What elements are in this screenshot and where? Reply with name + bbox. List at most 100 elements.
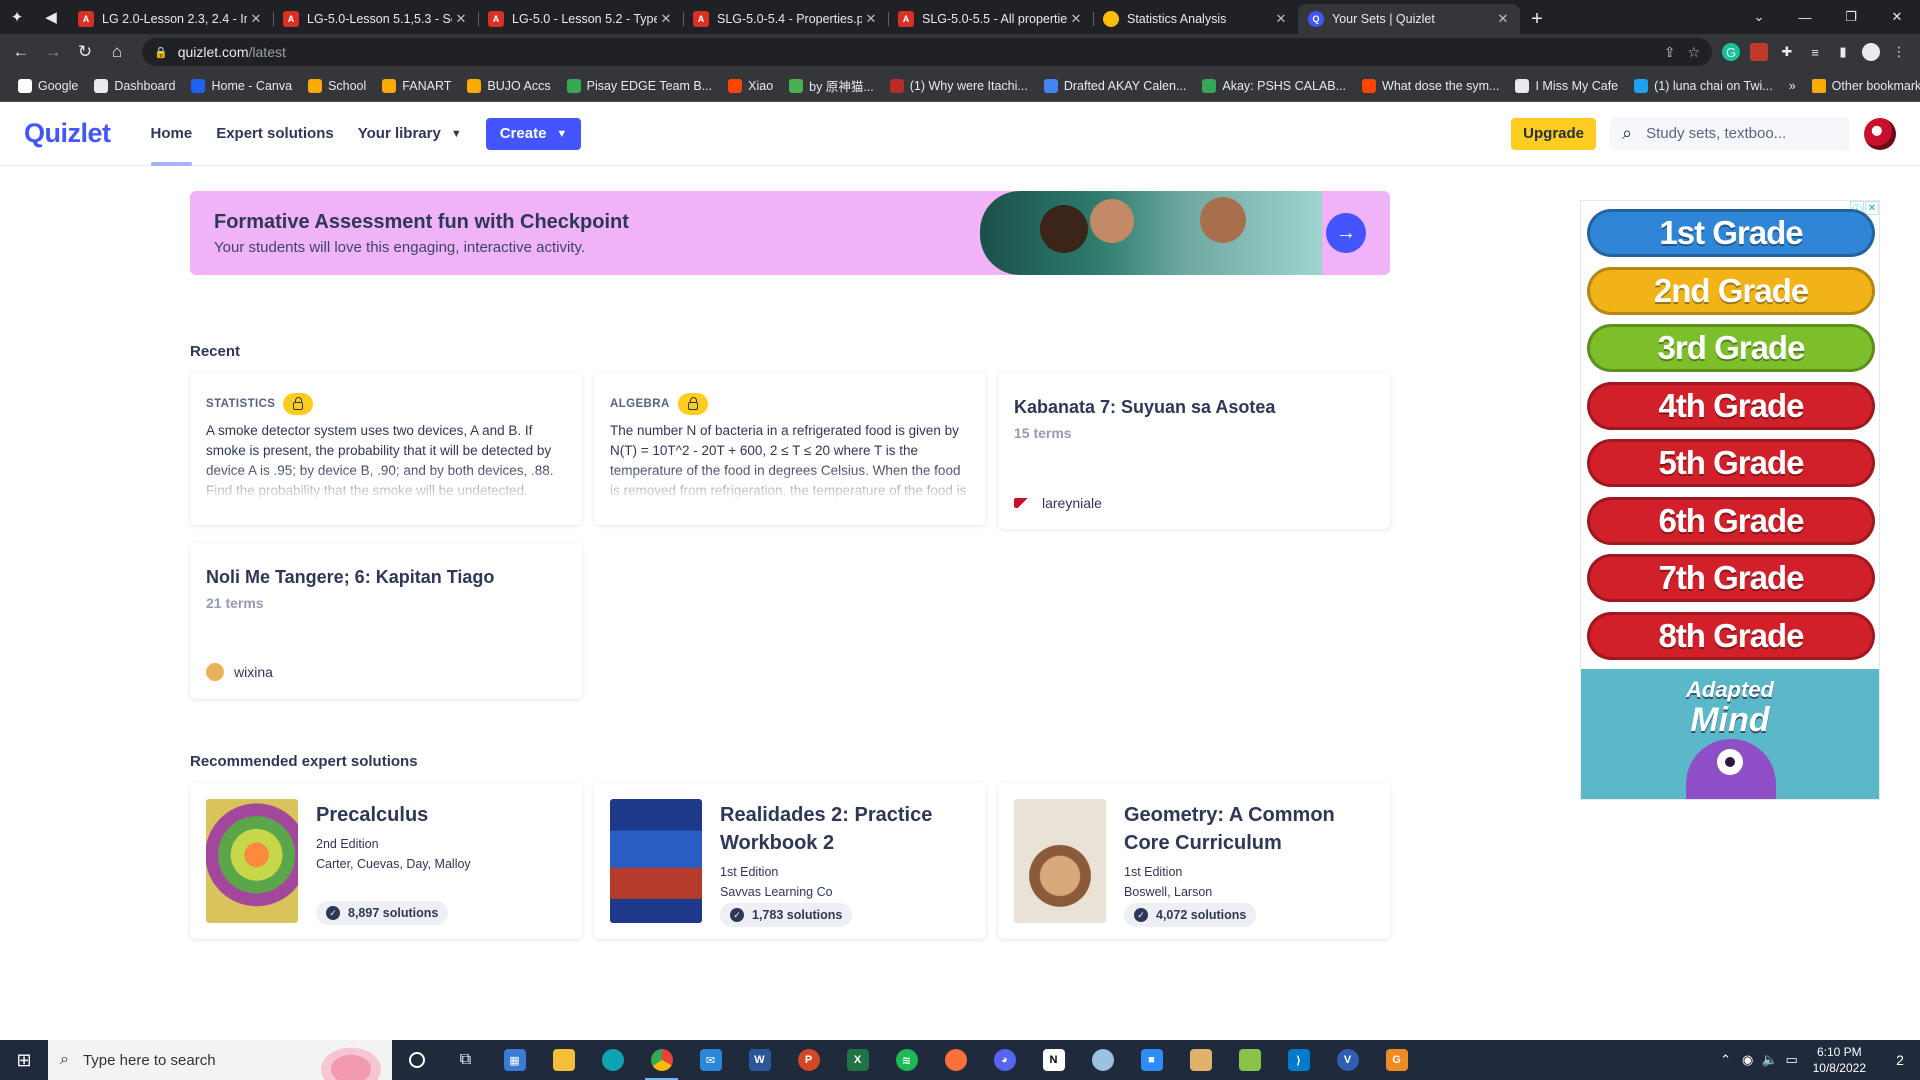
bookmark-item[interactable]: Pisay EDGE Team B...	[559, 78, 721, 93]
vscode-icon[interactable]: ⟩	[1274, 1040, 1323, 1080]
discord-icon[interactable]: ◕	[980, 1040, 1029, 1080]
grade-button[interactable]: 6th Grade	[1587, 496, 1875, 545]
forward-arrow-icon[interactable]: →	[38, 37, 68, 67]
excel-icon[interactable]: X	[833, 1040, 882, 1080]
bookmark-item[interactable]: What dose the sym...	[1354, 78, 1507, 93]
share-icon[interactable]: ⇪	[1664, 44, 1676, 61]
close-tab-icon[interactable]: ✕	[452, 11, 470, 27]
firefox-icon[interactable]	[931, 1040, 980, 1080]
bookmark-item[interactable]: Dashboard	[86, 78, 183, 93]
back-arrow-icon[interactable]: ←	[6, 37, 36, 67]
chrome-icon[interactable]	[637, 1040, 686, 1080]
browser-tab-active[interactable]: Q Your Sets | Quizlet ✕	[1298, 4, 1520, 34]
reload-icon[interactable]: ↻	[70, 37, 100, 67]
notepad-icon[interactable]	[1225, 1040, 1274, 1080]
close-tab-icon[interactable]: ✕	[657, 11, 675, 27]
user-avatar[interactable]	[1864, 117, 1896, 150]
file-explorer-icon[interactable]	[539, 1040, 588, 1080]
browser-tab[interactable]: A LG-5.0 - Lesson 5.2 - Types of ✕	[478, 4, 683, 34]
bookmark-item[interactable]: by 原神猫...	[781, 76, 882, 95]
close-tab-icon[interactable]: ✕	[1272, 11, 1290, 27]
kebab-menu-icon[interactable]: ⋮	[1890, 43, 1908, 61]
powerpoint-icon[interactable]: P	[784, 1040, 833, 1080]
grade-button[interactable]: 2nd Grade	[1587, 266, 1875, 315]
bookmark-item[interactable]: (1) Why were Itachi...	[882, 78, 1036, 93]
restore-icon[interactable]: ❐	[1828, 0, 1874, 34]
media-queue-icon[interactable]: ≡	[1806, 43, 1824, 61]
profile-avatar-icon[interactable]	[1862, 43, 1880, 61]
tab-search-icon[interactable]: ✦	[0, 0, 34, 34]
paint-palette-icon[interactable]	[1078, 1040, 1127, 1080]
edge-icon[interactable]	[588, 1040, 637, 1080]
microsoft-store-icon[interactable]: ▦	[490, 1040, 539, 1080]
zoom-icon[interactable]: ■	[1127, 1040, 1176, 1080]
advertisement[interactable]: ⓘ ✕ 1st Grade2nd Grade3rd Grade4th Grade…	[1580, 200, 1880, 800]
bookmark-item[interactable]: Xiao	[720, 78, 781, 93]
grade-button[interactable]: 1st Grade	[1587, 209, 1875, 257]
webcam-icon[interactable]: ◉	[1737, 1052, 1759, 1068]
solution-card[interactable]: Geometry: A Common Core Curriculum 1st E…	[998, 783, 1390, 939]
new-tab-button[interactable]: +	[1520, 4, 1554, 34]
bookmark-item[interactable]: I Miss My Cafe	[1507, 78, 1626, 93]
vpn-app-icon[interactable]: V	[1323, 1040, 1372, 1080]
quizlet-logo[interactable]: Quizlet	[24, 118, 111, 149]
recent-question-card[interactable]: STATISTICS A smoke detector system uses …	[190, 373, 582, 525]
extensions-puzzle-icon[interactable]: ✚	[1778, 43, 1796, 61]
gdevelop-icon[interactable]: G	[1372, 1040, 1421, 1080]
ad-close-icon[interactable]: ✕	[1865, 201, 1879, 215]
lock-icon[interactable]: 🔒	[154, 46, 168, 59]
bookmark-item[interactable]: Google	[10, 78, 86, 93]
promo-banner[interactable]: Formative Assessment fun with Checkpoint…	[190, 191, 1390, 275]
browser-tab[interactable]: Statistics Analysis ✕	[1093, 4, 1298, 34]
bookmark-item[interactable]: FANART	[374, 78, 459, 93]
notification-center-icon[interactable]: 2	[1880, 1040, 1920, 1080]
solution-card[interactable]: Precalculus 2nd Edition Carter, Cuevas, …	[190, 783, 582, 939]
recent-set-card[interactable]: Kabanata 7: Suyuan sa Asotea 15 terms la…	[998, 373, 1390, 529]
minimize-icon[interactable]: —	[1782, 0, 1828, 34]
extension-cup-icon[interactable]	[1750, 43, 1768, 61]
cortana-icon[interactable]	[392, 1040, 441, 1080]
set-author[interactable]: wixina	[206, 663, 273, 681]
recent-set-card[interactable]: Noli Me Tangere; 6: Kapitan Tiago 21 ter…	[190, 543, 582, 699]
grade-button[interactable]: 7th Grade	[1587, 554, 1875, 602]
bookmark-item[interactable]: BUJO Accs	[459, 78, 558, 93]
bookmark-star-icon[interactable]: ☆	[1687, 44, 1700, 61]
taskbar-search-input[interactable]: ⌕ Type here to search	[48, 1040, 392, 1080]
upgrade-button[interactable]: Upgrade	[1511, 117, 1596, 150]
bookmark-item[interactable]: (1) luna chai on Twi...	[1626, 78, 1781, 93]
volume-icon[interactable]: 🔈	[1759, 1052, 1781, 1068]
bookmark-item[interactable]: Home - Canva	[183, 78, 300, 93]
close-tab-icon[interactable]: ✕	[1067, 11, 1085, 27]
grade-button[interactable]: 5th Grade	[1587, 439, 1875, 487]
close-tab-icon[interactable]: ✕	[247, 11, 265, 27]
close-tab-icon[interactable]: ✕	[862, 11, 880, 27]
spotify-icon[interactable]: ≋	[882, 1040, 931, 1080]
home-icon[interactable]: ⌂	[102, 37, 132, 67]
clock[interactable]: 6:10 PM 10/8/2022	[1813, 1044, 1866, 1076]
grade-button[interactable]: 4th Grade	[1587, 381, 1875, 430]
bookmark-item[interactable]: Akay: PSHS CALAB...	[1194, 78, 1354, 93]
browser-tab[interactable]: A LG-5.0-Lesson 5.1,5.3 - Select ✕	[273, 4, 478, 34]
notion-icon[interactable]: N	[1029, 1040, 1078, 1080]
mail-icon[interactable]: ✉	[686, 1040, 735, 1080]
arrow-right-icon[interactable]: →	[1326, 213, 1366, 253]
windows-start-icon[interactable]: ⊞	[0, 1040, 48, 1080]
close-window-icon[interactable]: ✕	[1874, 0, 1920, 34]
recent-question-card[interactable]: ALGEBRA The number N of bacteria in a re…	[594, 373, 986, 525]
address-bar[interactable]: 🔒 quizlet.com/latest ⇪ ☆	[142, 38, 1712, 66]
search-input[interactable]: ⌕ Study sets, textboo...	[1610, 116, 1850, 151]
close-tab-icon[interactable]: ✕	[1494, 11, 1512, 27]
other-bookmarks-folder[interactable]: Other bookmarks	[1804, 78, 1920, 93]
word-icon[interactable]: W	[735, 1040, 784, 1080]
bookmark-item[interactable]: School	[300, 78, 374, 93]
more-bookmarks-icon[interactable]: »	[1781, 79, 1804, 93]
paint-app-icon[interactable]	[1176, 1040, 1225, 1080]
side-panel-icon[interactable]: ▮	[1834, 43, 1852, 61]
nav-your-library[interactable]: Your library ▼	[346, 102, 474, 166]
speaker-icon[interactable]: ◀	[34, 0, 68, 34]
nav-home[interactable]: Home	[139, 102, 205, 166]
grade-button[interactable]: 3rd Grade	[1587, 324, 1875, 372]
nav-expert-solutions[interactable]: Expert solutions	[204, 102, 346, 166]
browser-tab[interactable]: A SLG-5.0-5.5 - All properties fo ✕	[888, 4, 1093, 34]
tab-list-icon[interactable]: ⌄	[1736, 0, 1782, 34]
